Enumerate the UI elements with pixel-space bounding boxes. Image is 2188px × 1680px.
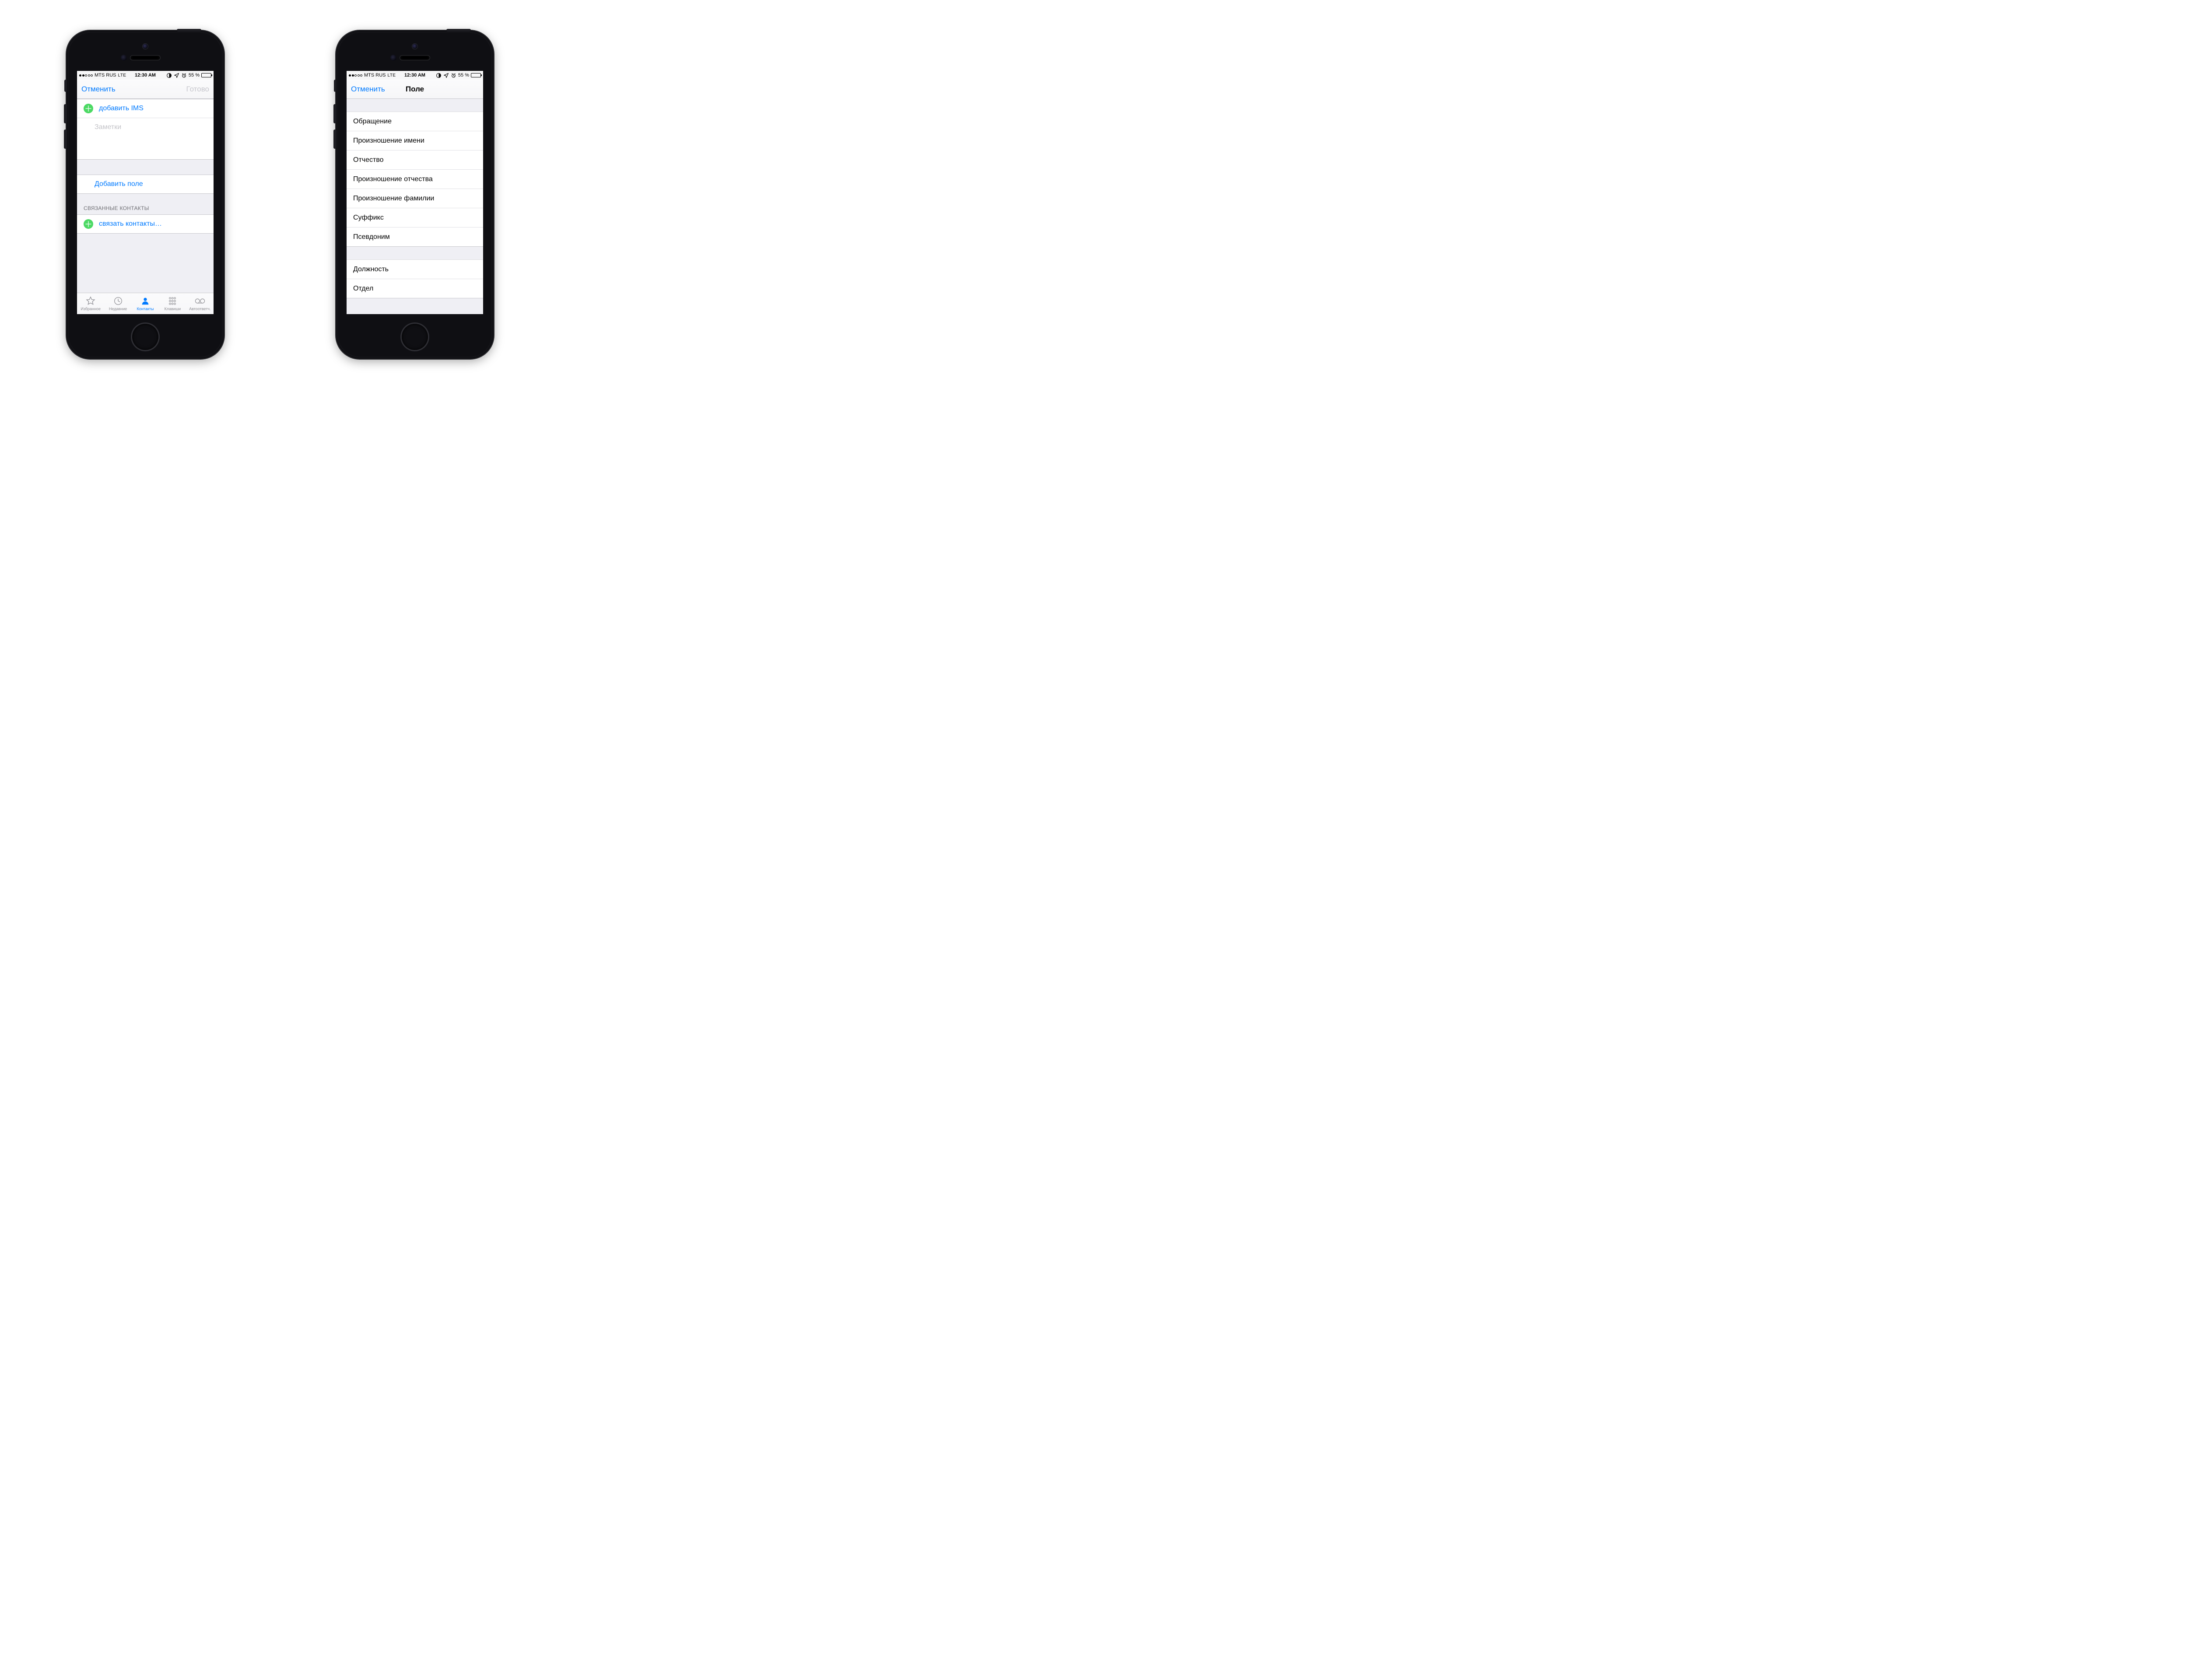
field-option-row[interactable]: Псевдоним xyxy=(347,228,483,247)
tab-recents[interactable]: Недавние xyxy=(104,293,131,314)
home-button[interactable] xyxy=(402,324,428,350)
clock-icon xyxy=(112,296,124,306)
cancel-button[interactable]: Отменить xyxy=(351,85,385,94)
status-bar: MTS RUS LTE 12:30 AM 55 % xyxy=(77,71,214,80)
spacer xyxy=(77,160,214,175)
field-label: Псевдоним xyxy=(353,233,390,241)
contact-icon xyxy=(140,296,151,306)
nav-bar: Отменить Поле xyxy=(347,80,483,99)
field-label: Обращение xyxy=(353,118,392,126)
plus-icon: ＋ xyxy=(84,219,93,229)
field-option-row[interactable]: Отчество xyxy=(347,150,483,170)
field-label: Произношение отчества xyxy=(353,175,433,183)
field-option-row[interactable]: Обращение xyxy=(347,112,483,131)
volume-up-button xyxy=(333,104,337,123)
carrier-label: MTS RUS xyxy=(364,73,386,78)
field-label: Отчество xyxy=(353,156,384,164)
mute-switch xyxy=(64,80,67,92)
field-option-row[interactable]: Должность xyxy=(347,260,483,279)
clock-label: 12:30 AM xyxy=(404,73,425,78)
notes-field[interactable]: Заметки xyxy=(77,118,214,160)
done-button[interactable]: Готово xyxy=(186,85,210,94)
battery-icon xyxy=(201,73,211,77)
location-icon xyxy=(443,73,449,78)
nav-bar: Отменить Готово xyxy=(77,80,214,99)
location-icon xyxy=(174,73,179,78)
tab-favorites[interactable]: Избранное xyxy=(77,293,104,314)
front-camera xyxy=(412,44,417,49)
link-contacts-row[interactable]: ＋ связать контакты… xyxy=(77,214,214,234)
field-option-row[interactable]: Суффикс xyxy=(347,208,483,228)
do-not-disturb-icon xyxy=(166,73,172,78)
tab-keypad[interactable]: Клавиши xyxy=(159,293,186,314)
link-contacts-label: связать контакты… xyxy=(99,220,162,228)
screen-left: MTS RUS LTE 12:30 AM 55 % Отменить Готов… xyxy=(77,71,214,314)
voicemail-icon xyxy=(194,296,206,306)
tab-label: Клавиши xyxy=(165,307,181,311)
home-button[interactable] xyxy=(132,324,158,350)
spacer xyxy=(347,247,483,260)
alarm-icon xyxy=(451,73,456,78)
screen-right: MTS RUS LTE 12:30 AM 55 % Отменить Поле … xyxy=(347,71,483,314)
battery-icon xyxy=(471,73,481,77)
tab-voicemail[interactable]: Автоответч. xyxy=(186,293,214,314)
status-bar: MTS RUS LTE 12:30 AM 55 % xyxy=(347,71,483,80)
earpiece-speaker xyxy=(400,55,430,60)
volume-up-button xyxy=(64,104,67,123)
spacer xyxy=(347,99,483,112)
linked-contacts-header: СВЯЗАННЫЕ КОНТАКТЫ xyxy=(77,194,214,214)
notes-placeholder: Заметки xyxy=(95,123,121,131)
cancel-button[interactable]: Отменить xyxy=(81,85,116,94)
field-label: Произношение фамилии xyxy=(353,195,434,203)
mute-switch xyxy=(334,80,337,92)
field-label: Суффикс xyxy=(353,214,384,222)
battery-percent-label: 55 % xyxy=(189,73,200,78)
content-area: ＋ добавить IMS Заметки Добавить поле СВЯ… xyxy=(77,99,214,293)
field-label: Должность xyxy=(353,266,389,273)
field-option-row[interactable]: Произношение имени xyxy=(347,131,483,150)
field-option-row[interactable]: Произношение фамилии xyxy=(347,189,483,208)
tab-bar: Избранное Недавние Контакты Клавиши xyxy=(77,293,214,314)
field-label: Отдел xyxy=(353,285,373,293)
field-option-row[interactable]: Отдел xyxy=(347,279,483,298)
add-ims-row[interactable]: ＋ добавить IMS xyxy=(77,99,214,118)
plus-icon: ＋ xyxy=(84,104,93,113)
front-camera xyxy=(143,44,148,49)
phone-mockup-left: MTS RUS LTE 12:30 AM 55 % Отменить Готов… xyxy=(67,31,224,359)
earpiece-speaker xyxy=(130,55,161,60)
tab-label: Недавние xyxy=(109,307,127,311)
volume-down-button xyxy=(64,130,67,149)
keypad-icon xyxy=(167,296,178,306)
do-not-disturb-icon xyxy=(436,73,442,78)
carrier-label: MTS RUS xyxy=(95,73,116,78)
data-mode-label: LTE xyxy=(388,73,396,78)
tab-label: Контакты xyxy=(137,307,154,311)
signal-strength-icon xyxy=(349,74,362,77)
clock-label: 12:30 AM xyxy=(135,73,156,78)
add-field-row[interactable]: Добавить поле xyxy=(77,175,214,194)
volume-down-button xyxy=(333,130,337,149)
tab-label: Автоответч. xyxy=(189,307,210,311)
field-label: Произношение имени xyxy=(353,137,424,145)
signal-strength-icon xyxy=(79,74,93,77)
phone-mockup-right: MTS RUS LTE 12:30 AM 55 % Отменить Поле … xyxy=(336,31,494,359)
power-button xyxy=(177,29,201,32)
alarm-icon xyxy=(181,73,187,78)
star-icon xyxy=(85,296,96,306)
field-option-row[interactable]: Произношение отчества xyxy=(347,170,483,189)
power-button xyxy=(446,29,471,32)
nav-title: Поле xyxy=(406,85,424,94)
tab-contacts[interactable]: Контакты xyxy=(132,293,159,314)
content-area: Обращение Произношение имени Отчество Пр… xyxy=(347,99,483,314)
data-mode-label: LTE xyxy=(118,73,126,78)
proximity-sensor xyxy=(121,55,127,61)
add-field-label: Добавить поле xyxy=(95,180,143,188)
battery-percent-label: 55 % xyxy=(458,73,469,78)
proximity-sensor xyxy=(390,55,396,61)
tab-label: Избранное xyxy=(81,307,101,311)
add-ims-label: добавить IMS xyxy=(99,105,144,112)
